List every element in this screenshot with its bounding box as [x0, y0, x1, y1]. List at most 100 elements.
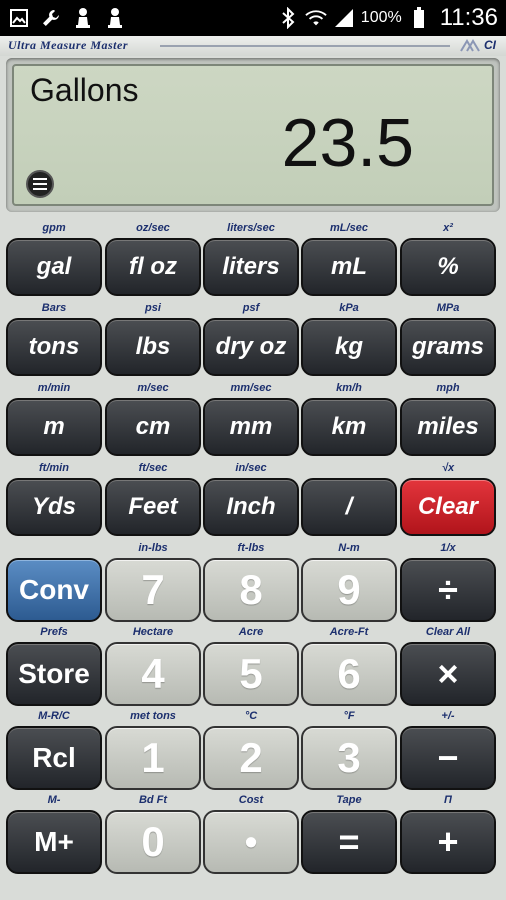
- key-secondary-label: Clear All: [425, 626, 471, 638]
- 2-button[interactable]: 2: [203, 726, 299, 790]
- key-label: 4: [141, 650, 165, 697]
- key-label: Yds: [31, 493, 76, 520]
- app-title: Ultra Measure Master: [8, 38, 129, 52]
- signal-icon: [333, 7, 355, 29]
- key-secondary-label: M-R/C: [38, 710, 70, 722]
- key-secondary-label: Hectare: [132, 626, 174, 638]
- clock: 11:36: [439, 4, 498, 31]
- key-secondary-label: MPa: [436, 302, 460, 314]
- key-label: ×: [437, 653, 459, 694]
- m-button[interactable]: m: [6, 398, 102, 456]
- 4-button[interactable]: 4: [105, 642, 201, 706]
- key-secondary-label: mm/sec: [230, 382, 272, 394]
- key-secondary-label: kPa: [339, 302, 359, 314]
- key-label: 7: [141, 566, 165, 613]
- 1-button[interactable]: 1: [105, 726, 201, 790]
- chess-pawn-icon: [72, 7, 94, 29]
- key-label: =: [338, 821, 360, 862]
- key-secondary-label: Cost: [238, 794, 264, 806]
- key-label: m: [43, 413, 65, 440]
- equals-button[interactable]: =: [301, 810, 397, 874]
- key-label: +: [437, 821, 459, 862]
- key-label: dry oz: [215, 333, 287, 360]
- key-secondary-label: Tape: [336, 794, 362, 806]
- inch-button[interactable]: Inch: [203, 478, 299, 536]
- key-label: Inch: [226, 493, 276, 520]
- slash-button[interactable]: /: [301, 478, 397, 536]
- wifi-icon: [305, 7, 327, 29]
- lbs-button[interactable]: lbs: [105, 318, 201, 376]
- key-label: −: [437, 737, 459, 778]
- cm-button[interactable]: cm: [105, 398, 201, 456]
- grams-button[interactable]: grams: [400, 318, 496, 376]
- key-label: Conv: [19, 574, 89, 605]
- feet-button[interactable]: Feet: [105, 478, 201, 536]
- minus-button[interactable]: −: [400, 726, 496, 790]
- fl-oz-button[interactable]: fl oz: [105, 238, 201, 296]
- decimal-point-button[interactable]: •: [203, 810, 299, 874]
- key-secondary-label: Bd Ft: [138, 794, 168, 806]
- clear-button[interactable]: Clear: [400, 478, 496, 536]
- key-secondary-label: ft/sec: [138, 462, 168, 474]
- percent-button[interactable]: %: [400, 238, 496, 296]
- ml-button[interactable]: mL: [301, 238, 397, 296]
- key-label: 6: [337, 650, 361, 697]
- key-label: fl oz: [129, 253, 177, 280]
- key-secondary-label: ft/min: [39, 462, 69, 474]
- 9-button[interactable]: 9: [301, 558, 397, 622]
- multiply-button[interactable]: ×: [400, 642, 496, 706]
- notification-icons: [8, 4, 126, 32]
- keypad: gpm gal oz/sec fl oz liters/sec liters mL/sec m…: [0, 218, 506, 900]
- key-label: Store: [18, 658, 90, 689]
- mm-button[interactable]: mm: [203, 398, 299, 456]
- key-secondary-label: ft-lbs: [237, 542, 265, 554]
- conv-button[interactable]: Conv: [6, 558, 102, 622]
- gal-button[interactable]: gal: [6, 238, 102, 296]
- brand-logo: CI: [459, 38, 496, 53]
- system-status: 100% 11:36: [277, 0, 498, 36]
- display-value: 23.5: [281, 105, 414, 181]
- key-secondary-label: x²: [443, 222, 453, 234]
- 7-button[interactable]: 7: [105, 558, 201, 622]
- key-secondary-label: in/sec: [235, 462, 267, 474]
- key-secondary-label: Prefs: [40, 626, 68, 638]
- menu-button[interactable]: [26, 170, 54, 198]
- 8-button[interactable]: 8: [203, 558, 299, 622]
- dry-oz-button[interactable]: dry oz: [203, 318, 299, 376]
- key-secondary-label: Bars: [41, 302, 67, 314]
- key-label: miles: [417, 413, 479, 440]
- 6-button[interactable]: 6: [301, 642, 397, 706]
- key-label: tons: [28, 333, 80, 360]
- key-label: Rcl: [32, 742, 76, 773]
- km-button[interactable]: km: [301, 398, 397, 456]
- rcl-button[interactable]: Rcl: [6, 726, 102, 790]
- key-label: cm: [135, 413, 171, 440]
- m-button[interactable]: M+: [6, 810, 102, 874]
- display-unit: Gallons: [30, 72, 139, 108]
- app-header: Ultra Measure Master CI: [0, 36, 506, 56]
- key-label: liters: [222, 253, 280, 280]
- kg-button[interactable]: kg: [301, 318, 397, 376]
- liters-button[interactable]: liters: [203, 238, 299, 296]
- key-label: lbs: [135, 333, 171, 360]
- 5-button[interactable]: 5: [203, 642, 299, 706]
- key-label: 2: [239, 734, 263, 781]
- key-label: %: [437, 253, 459, 280]
- key-secondary-label: M-: [47, 794, 61, 806]
- 3-button[interactable]: 3: [301, 726, 397, 790]
- key-label: mm: [229, 413, 273, 440]
- tons-button[interactable]: tons: [6, 318, 102, 376]
- 0-button[interactable]: 0: [105, 810, 201, 874]
- key-secondary-label: psf: [242, 302, 260, 314]
- divide-button[interactable]: ÷: [400, 558, 496, 622]
- store-button[interactable]: Store: [6, 642, 102, 706]
- yds-button[interactable]: Yds: [6, 478, 102, 536]
- miles-button[interactable]: miles: [400, 398, 496, 456]
- key-label: 9: [337, 566, 361, 613]
- plus-button[interactable]: +: [400, 810, 496, 874]
- bluetooth-icon: [277, 7, 299, 29]
- logo-mark-icon: [459, 38, 480, 52]
- key-secondary-label: mph: [436, 382, 460, 394]
- key-secondary-label: Acre: [238, 626, 264, 638]
- key-label: ÷: [438, 569, 458, 610]
